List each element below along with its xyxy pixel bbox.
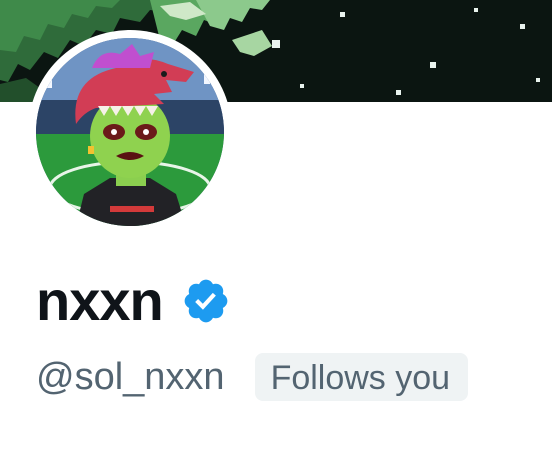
handle-row: @sol_nxxn Follows you (36, 350, 469, 404)
avatar[interactable] (36, 38, 224, 226)
verified-badge-icon[interactable] (181, 276, 231, 326)
display-name-row: nxxn (36, 268, 231, 334)
follows-you-badge: Follows you (254, 353, 469, 401)
display-name: nxxn (36, 269, 164, 332)
avatar-nft-character (36, 38, 224, 226)
user-handle: @sol_nxxn (36, 356, 225, 398)
